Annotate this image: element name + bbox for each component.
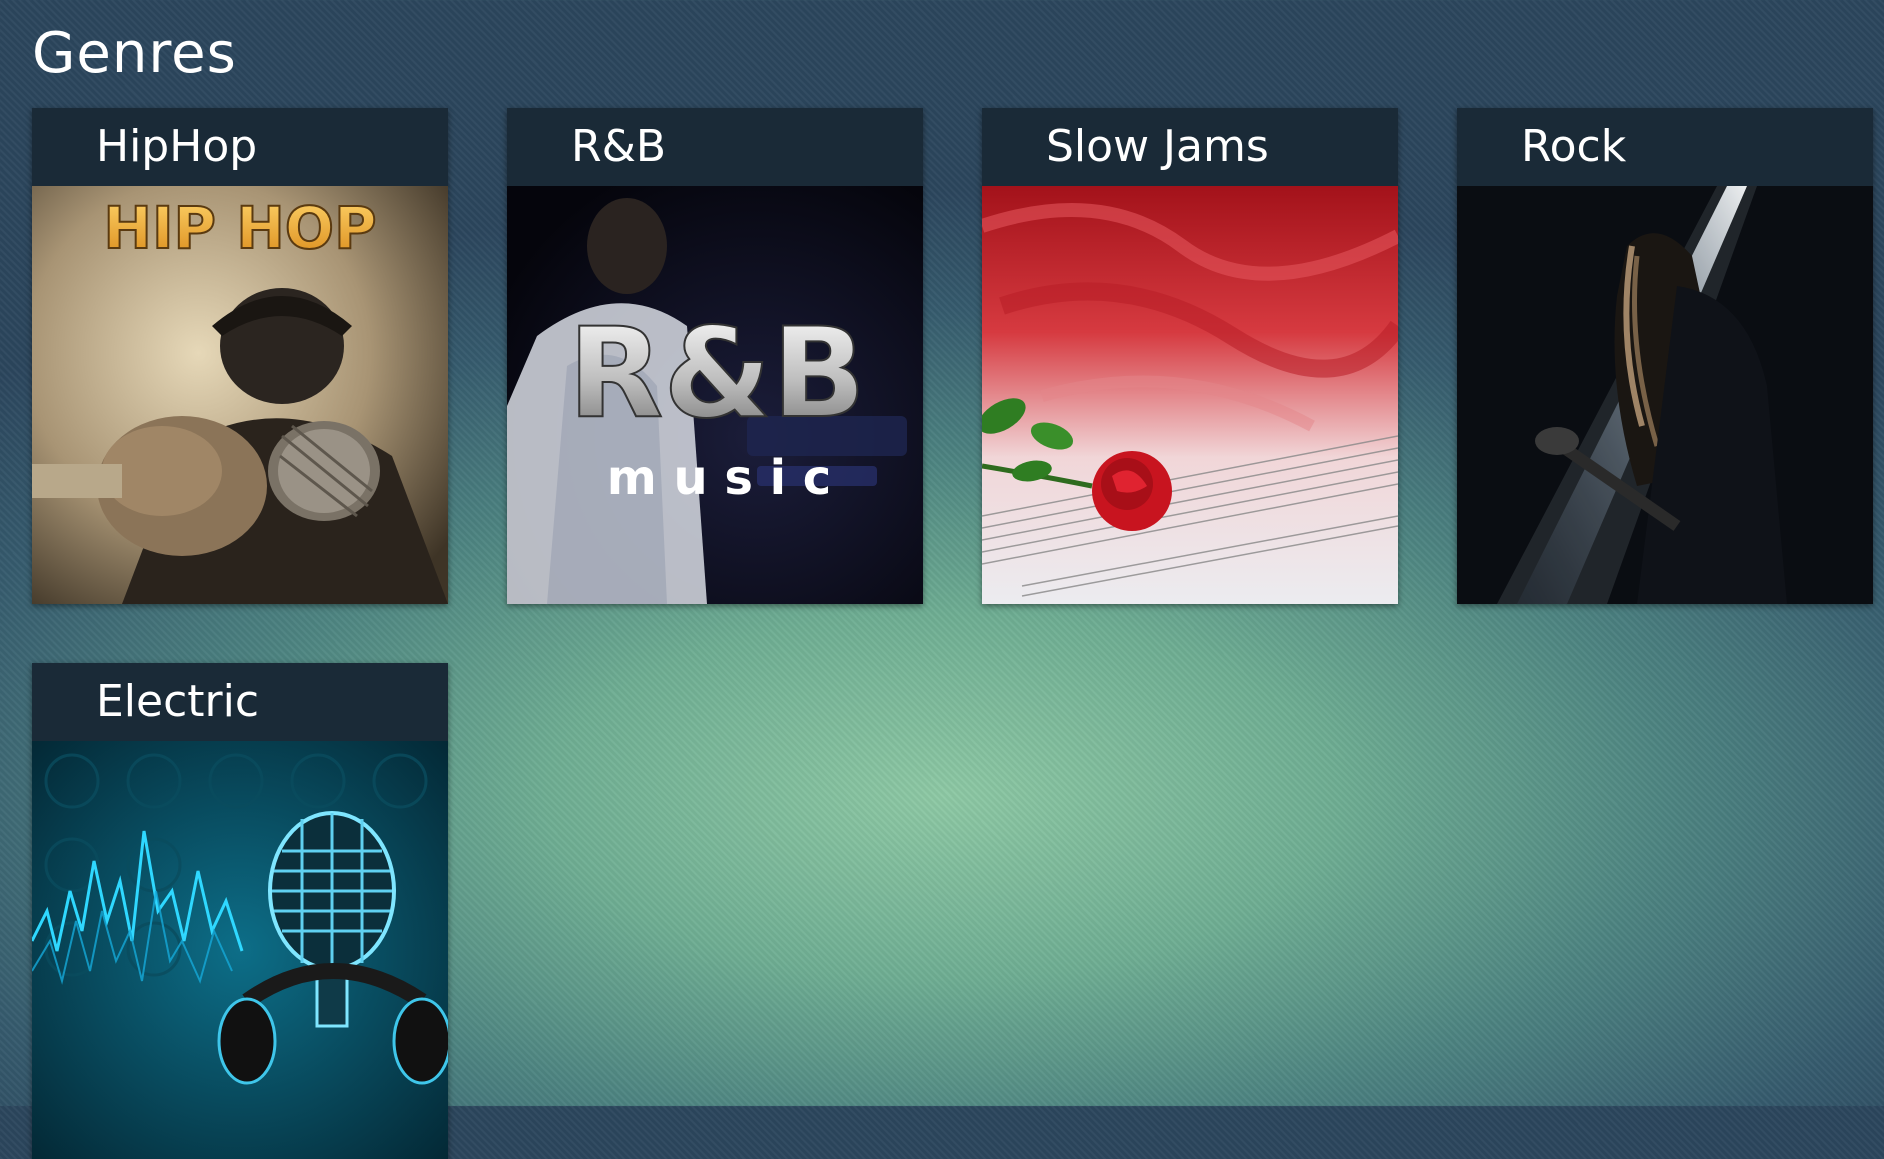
genre-grid: HipHop HIP HOP R&B R&B m u s i c Slow Ja… — [0, 0, 1884, 1159]
genre-tile-header: Slow Jams — [982, 108, 1398, 186]
genre-tile-header: Rock — [1457, 108, 1873, 186]
rock-artwork — [1457, 186, 1873, 604]
genre-tile-hiphop[interactable]: HipHop HIP HOP — [32, 108, 448, 604]
genre-tile-label: Rock — [1521, 121, 1627, 172]
rose-sheet-music-icon — [982, 186, 1398, 604]
genre-tile-rock[interactable]: Rock — [1457, 108, 1873, 604]
genre-tile-slow-jams[interactable]: Slow Jams — [982, 108, 1398, 604]
svg-text:HIP HOP: HIP HOP — [103, 194, 376, 262]
genre-tile-header: Electric — [32, 663, 448, 741]
genre-tile-label: Slow Jams — [1046, 121, 1269, 172]
genre-tile-header: R&B — [507, 108, 923, 186]
svg-text:m u s i c: m u s i c — [607, 450, 832, 506]
microphone-fist-icon: HIP HOP — [32, 186, 448, 604]
microphone-headphones-icon — [32, 741, 448, 1159]
singer-icon: R&B m u s i c — [507, 186, 923, 604]
electric-artwork — [32, 741, 448, 1159]
svg-text:R&B: R&B — [568, 302, 866, 446]
rnb-artwork: R&B m u s i c — [507, 186, 923, 604]
genre-tile-header: HipHop — [32, 108, 448, 186]
genre-tile-electric[interactable]: Electric — [32, 663, 448, 1159]
hiphop-artwork: HIP HOP — [32, 186, 448, 604]
genre-tile-label: HipHop — [96, 121, 258, 172]
genre-tile-rnb[interactable]: R&B R&B m u s i c — [507, 108, 923, 604]
genre-tile-label: R&B — [571, 121, 667, 172]
guitarist-spotlight-icon — [1457, 186, 1873, 604]
genre-tile-label: Electric — [96, 676, 260, 727]
slow-jams-artwork — [982, 186, 1398, 604]
